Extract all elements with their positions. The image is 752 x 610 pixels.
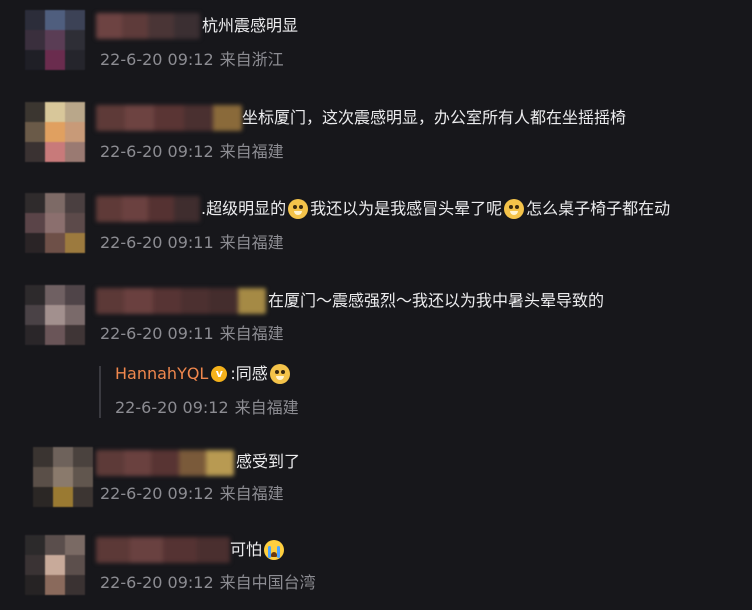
avatar[interactable] bbox=[25, 10, 85, 70]
crying-emoji-icon bbox=[264, 540, 285, 560]
comment-location: 来自福建 bbox=[219, 484, 284, 503]
comment-text: 坐标厦门，这次震感明显，办公室所有人都在坐摇摇椅 bbox=[242, 108, 627, 127]
comment-text: 杭州震感明显 bbox=[202, 16, 299, 35]
avatar[interactable] bbox=[25, 193, 85, 253]
comment-location: 来自福建 bbox=[219, 233, 284, 252]
comment-text: 感受到了 bbox=[236, 452, 301, 471]
comment-date: 22-6-20 09:11 bbox=[100, 233, 214, 252]
reply-date: 22-6-20 09:12 bbox=[115, 398, 229, 417]
reply-username[interactable]: HannahYQL bbox=[115, 363, 208, 385]
username-blurred[interactable] bbox=[96, 105, 242, 131]
reply-meta: 22-6-20 09:12 来自福建 bbox=[115, 398, 299, 418]
username-blurred[interactable] bbox=[96, 537, 230, 563]
comment-meta: 22-6-20 09:11 来自福建 bbox=[100, 233, 284, 253]
comment-date: 22-6-20 09:12 bbox=[100, 142, 214, 161]
comment-date: 22-6-20 09:11 bbox=[100, 324, 214, 343]
comment-meta: 22-6-20 09:12 来自中国台湾 bbox=[100, 573, 316, 593]
comment-date: 22-6-20 09:12 bbox=[100, 573, 214, 592]
comment-date: 22-6-20 09:12 bbox=[100, 484, 214, 503]
dog-emoji-icon bbox=[504, 199, 525, 219]
comment-meta: 22-6-20 09:11 来自福建 bbox=[100, 324, 284, 344]
username-blurred[interactable] bbox=[96, 288, 266, 314]
reply-text: HannahYQL v :同感 bbox=[115, 363, 292, 385]
comment-location: 来自中国台湾 bbox=[219, 573, 316, 592]
comment-text: 在厦门～震感强烈～我还以为我中暑头晕导致的 bbox=[268, 291, 605, 310]
avatar[interactable] bbox=[33, 447, 93, 507]
dog-emoji-icon bbox=[269, 364, 290, 384]
comment-location: 来自浙江 bbox=[219, 50, 284, 69]
comment-meta: 22-6-20 09:12 来自福建 bbox=[100, 484, 284, 504]
comment-meta: 22-6-20 09:12 来自浙江 bbox=[100, 50, 284, 70]
avatar[interactable] bbox=[25, 285, 85, 345]
comment-location: 来自福建 bbox=[219, 142, 284, 161]
username-blurred[interactable] bbox=[96, 196, 200, 222]
username-blurred[interactable] bbox=[96, 13, 200, 39]
comment-text: 可怕 bbox=[230, 539, 286, 561]
avatar[interactable] bbox=[25, 102, 85, 162]
comment-date: 22-6-20 09:12 bbox=[100, 50, 214, 69]
comment-text: .超级明显的 我还以为是我感冒头晕了呢 怎么桌子椅子都在动 bbox=[201, 199, 671, 219]
comment-meta: 22-6-20 09:12 来自福建 bbox=[100, 142, 284, 162]
comment-location: 来自福建 bbox=[219, 324, 284, 343]
verified-badge-icon: v bbox=[211, 366, 228, 382]
dog-emoji-icon bbox=[288, 199, 309, 219]
reply-thread-divider bbox=[99, 366, 101, 418]
reply-location: 来自福建 bbox=[234, 398, 299, 417]
avatar[interactable] bbox=[25, 535, 85, 595]
username-blurred[interactable] bbox=[96, 450, 234, 476]
